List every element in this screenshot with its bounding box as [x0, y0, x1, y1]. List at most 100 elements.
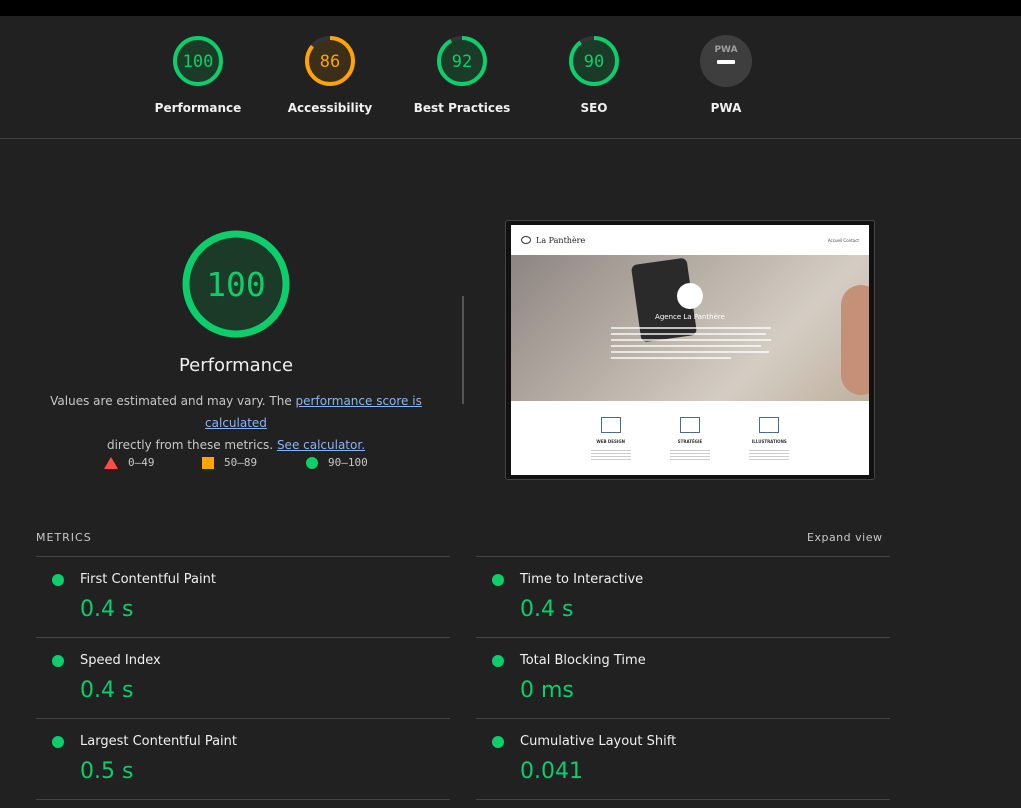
gauge-ring: 92 [437, 36, 487, 86]
metric-value: 0.4 s [520, 597, 574, 622]
gauge-label: SEO [580, 101, 608, 115]
screenshot-logo-icon [521, 236, 531, 244]
square-icon [202, 456, 214, 469]
gauge-pwa[interactable]: PWA PWA [656, 34, 796, 115]
gauge-best-practices[interactable]: 92 Best Practices [392, 34, 532, 115]
hero-text-line [611, 345, 761, 347]
expand-view-toggle[interactable]: Expand view [807, 531, 882, 544]
hero-text-line [611, 357, 731, 359]
pwa-dash-icon [717, 60, 735, 64]
screenshot-hero: Agence La Panthère [511, 255, 869, 401]
metric-value: 0.5 s [80, 759, 134, 784]
page-screenshot-content: La Panthère Accueil Contact Agence La Pa… [511, 225, 869, 475]
metric-value: 0.4 s [80, 678, 134, 703]
gauge-label: Best Practices [413, 101, 511, 115]
performance-main-gauge-ring: 100 [182, 230, 290, 338]
metric-tti: Time to Interactive 0.4 s [476, 556, 890, 637]
hero-text-line [611, 351, 769, 353]
page-screenshot: La Panthère Accueil Contact Agence La Pa… [505, 220, 875, 480]
metrics-divider [36, 799, 450, 800]
screenshot-services: WEB DESIGN STRATÉGIE ILLUSTRATIONS [511, 401, 869, 462]
pencil-icon [759, 417, 780, 433]
gauge-score: 90 [584, 52, 604, 72]
see-calculator-link[interactable]: See calculator. [277, 438, 365, 452]
metric-name: Speed Index [80, 653, 161, 668]
gauges-header: 100 Performance 86 Accessibility 92 Best… [0, 16, 1021, 139]
metric-name: Cumulative Layout Shift [520, 734, 677, 749]
performance-main-label: Performance [178, 355, 294, 376]
legend-average-label: 50–89 [224, 456, 258, 469]
performance-main-score: 100 [206, 265, 266, 304]
pass-dot-icon [52, 736, 64, 748]
metric-value: 0 ms [520, 678, 574, 703]
metric-value: 0.4 s [80, 597, 134, 622]
gauge-label: Performance [154, 101, 242, 115]
screenshot-hero-title: Agence La Panthère [655, 313, 725, 321]
service-text [590, 450, 631, 462]
metrics-column-left: First Contentful Paint 0.4 s Speed Index… [36, 556, 450, 800]
performance-main-gauge: 100 [166, 228, 306, 344]
metric-cls: Cumulative Layout Shift 0.041 [476, 718, 890, 799]
legend-pass: 90–100 [306, 456, 368, 469]
hero-text-line [611, 339, 771, 341]
pwa-badge-icon: PWA [700, 35, 752, 87]
metrics-column-right: Time to Interactive 0.4 s Total Blocking… [476, 556, 890, 800]
web-design-icon [600, 417, 621, 433]
gauge-ring: 90 [569, 36, 619, 86]
arm-image [841, 285, 869, 395]
top-bar [0, 0, 1021, 16]
gauge-score: 92 [452, 52, 472, 72]
service-label: ILLUSTRATIONS [751, 439, 787, 444]
pass-dot-icon [52, 574, 64, 586]
hero-text-line [611, 327, 771, 329]
gauge-label: Accessibility [287, 101, 373, 115]
gauge-accessibility[interactable]: 86 Accessibility [260, 34, 400, 115]
gauge-score: 100 [183, 52, 214, 72]
desc-text-2: directly from these metrics. [106, 438, 277, 452]
metrics-divider [476, 799, 890, 800]
service-web-design: WEB DESIGN [590, 417, 631, 462]
strategy-icon [679, 417, 700, 433]
metric-speed-index: Speed Index 0.4 s [36, 637, 450, 718]
pass-dot-icon [492, 574, 504, 586]
metric-lcp: Largest Contentful Paint 0.5 s [36, 718, 450, 799]
service-illustrations: ILLUSTRATIONS [749, 417, 790, 462]
service-strategie: STRATÉGIE [669, 417, 710, 462]
metric-name: First Contentful Paint [80, 572, 216, 587]
metric-name: Time to Interactive [520, 572, 644, 587]
vertical-divider [462, 296, 464, 404]
gauge-performance[interactable]: 100 Performance [128, 34, 268, 115]
legend-fail: 0–49 [104, 456, 155, 469]
screenshot-brand: La Panthère [536, 235, 586, 245]
panther-logo-icon [677, 283, 703, 309]
gauge-score: 86 [320, 52, 340, 72]
service-text [749, 450, 790, 462]
desc-text-1: Values are estimated and may vary. The [50, 394, 296, 408]
gauge-ring: 100 [173, 36, 223, 86]
service-text [669, 450, 710, 462]
gauge-label: PWA [710, 101, 742, 115]
metric-fcp: First Contentful Paint 0.4 s [36, 556, 450, 637]
legend-pass-label: 90–100 [328, 456, 368, 469]
metrics-title: METRICS [36, 531, 92, 544]
pwa-badge-text: PWA [714, 45, 737, 55]
service-label: WEB DESIGN [596, 439, 625, 444]
service-label: STRATÉGIE [677, 439, 703, 444]
pass-dot-icon [492, 655, 504, 667]
pass-dot-icon [52, 655, 64, 667]
screenshot-navbar: La Panthère Accueil Contact [511, 225, 869, 255]
triangle-icon [104, 456, 118, 469]
gauge-ring: 86 [305, 36, 355, 86]
performance-description: Values are estimated and may vary. The p… [36, 390, 436, 456]
metric-name: Largest Contentful Paint [80, 734, 238, 749]
legend-fail-label: 0–49 [128, 456, 155, 469]
metric-name: Total Blocking Time [520, 653, 646, 668]
circle-icon [306, 456, 318, 469]
metric-value: 0.041 [520, 759, 583, 784]
pass-dot-icon [492, 736, 504, 748]
legend-average: 50–89 [202, 456, 257, 469]
gauge-seo[interactable]: 90 SEO [524, 34, 664, 115]
metric-tbt: Total Blocking Time 0 ms [476, 637, 890, 718]
screenshot-nav-links: Accueil Contact [827, 237, 859, 243]
hero-text-line [611, 333, 766, 335]
